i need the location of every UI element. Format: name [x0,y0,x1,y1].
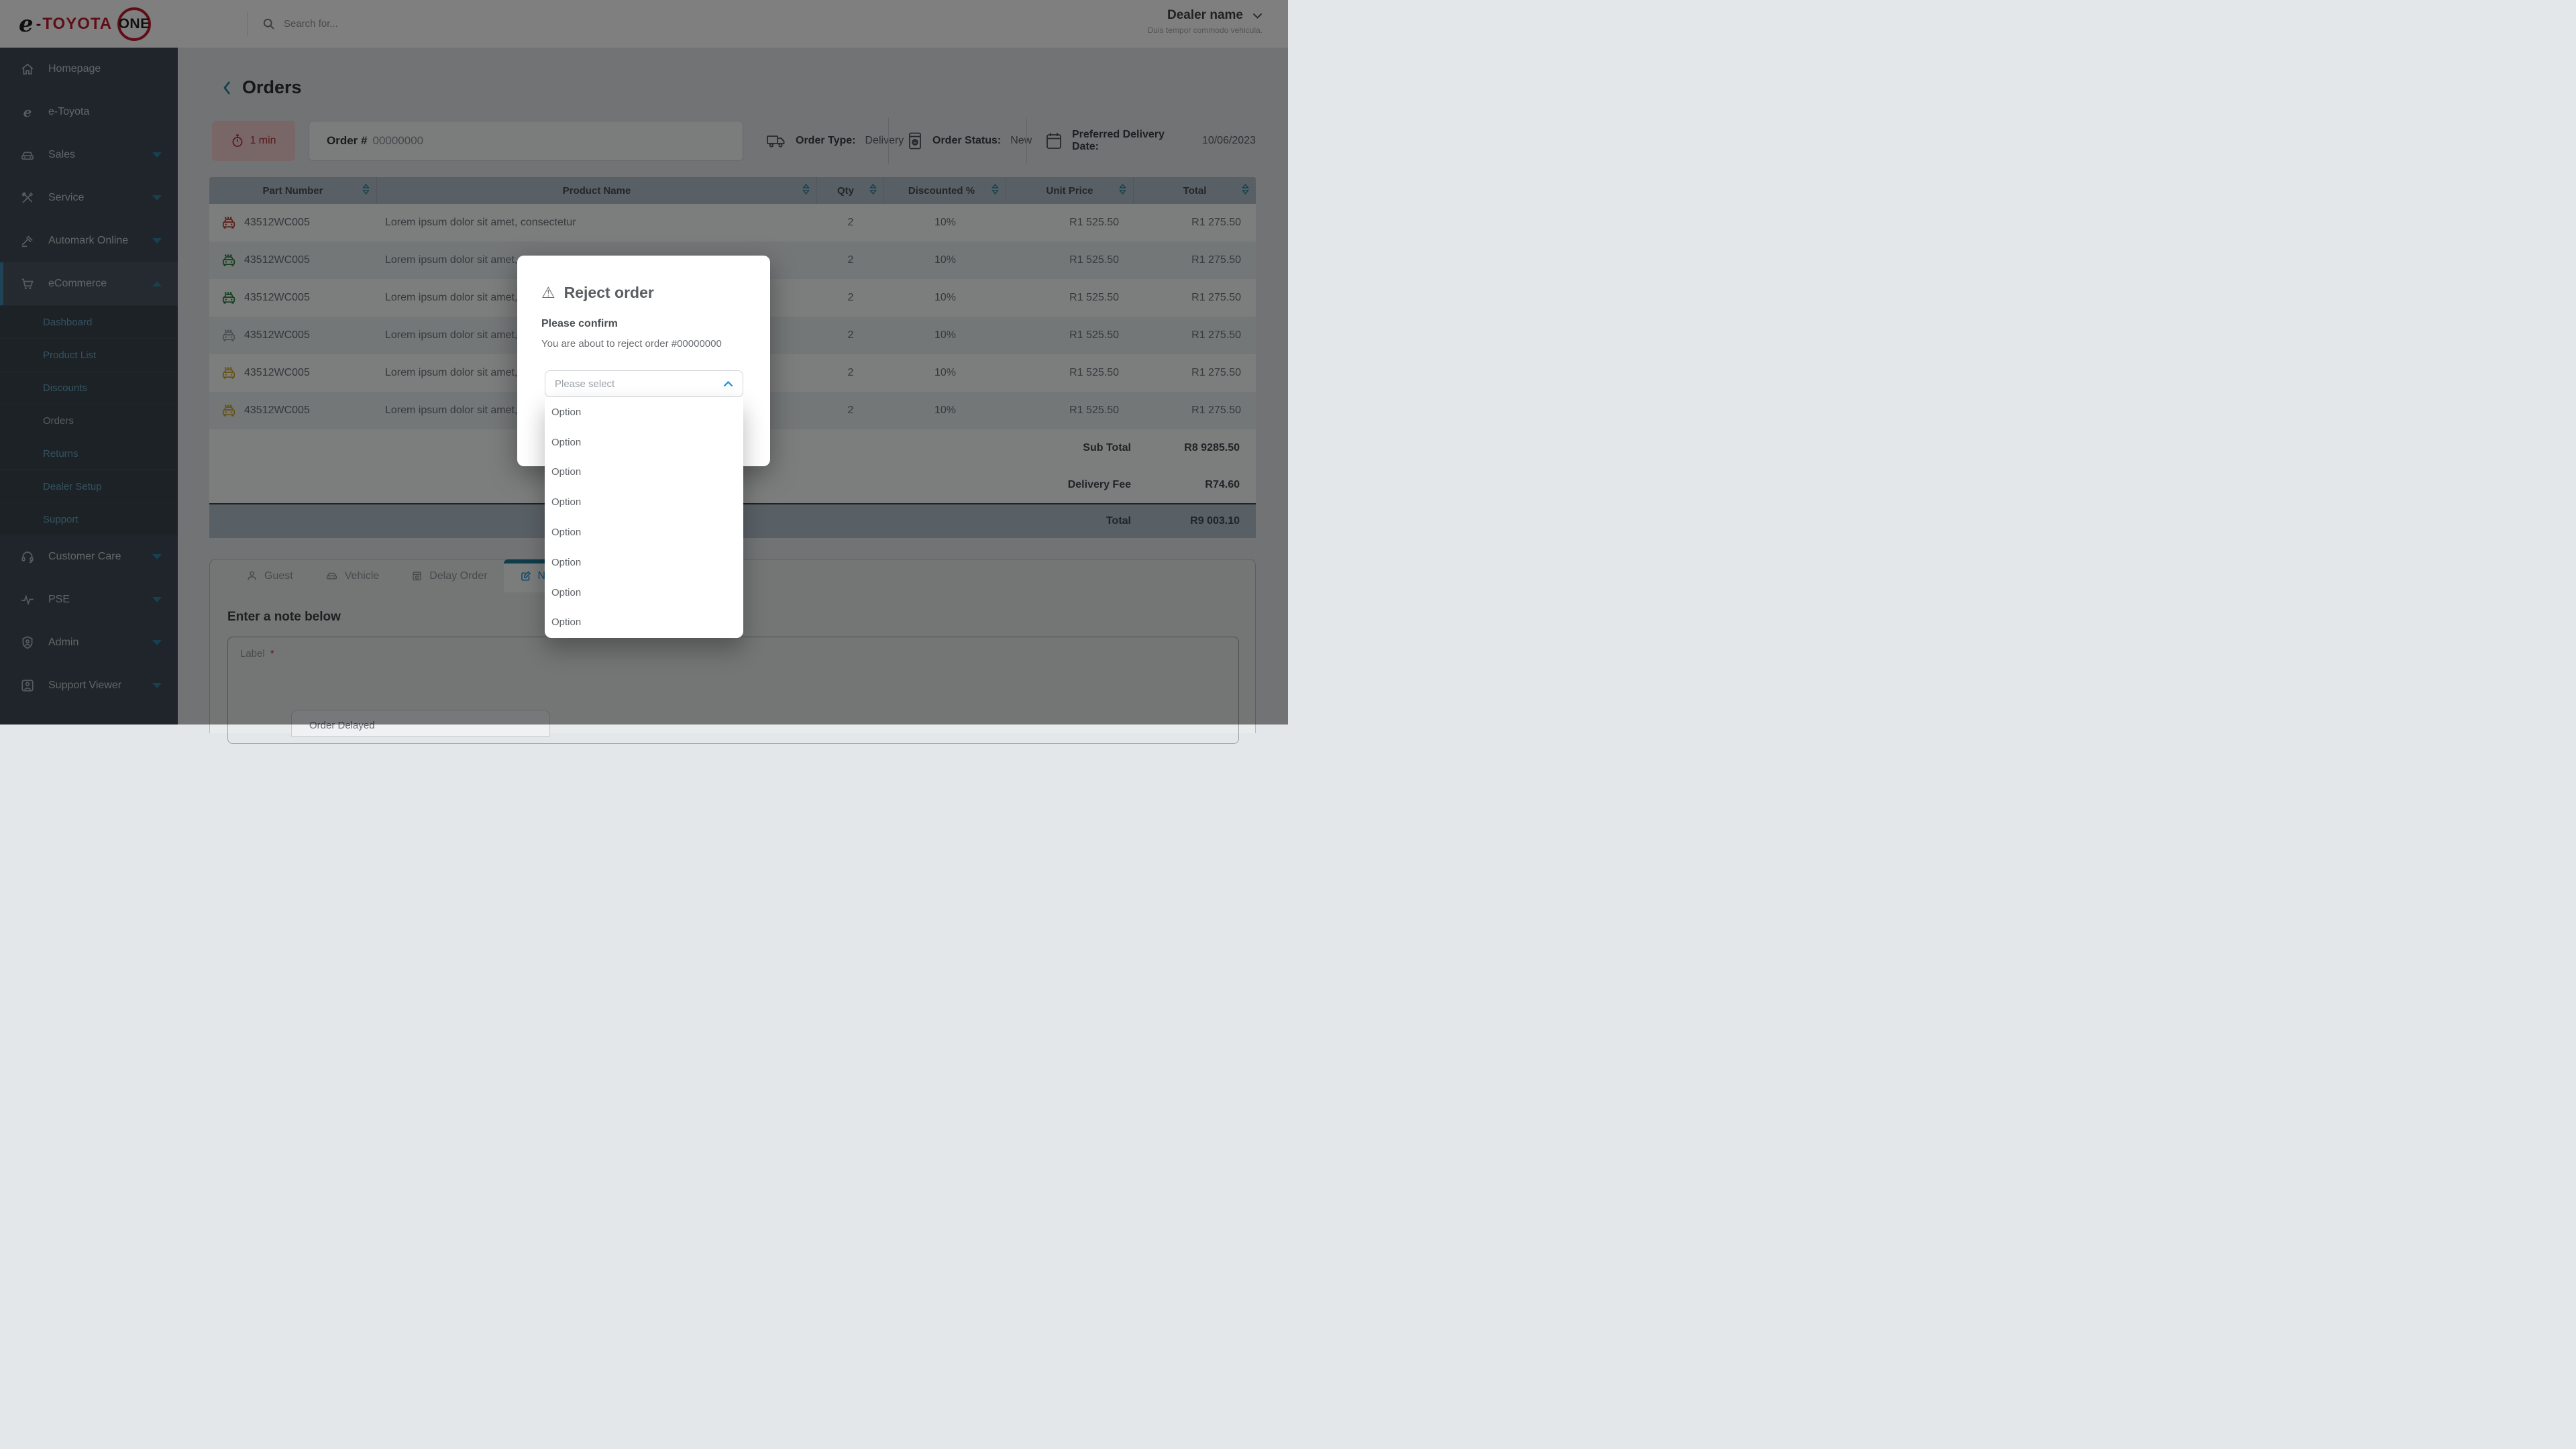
dropdown-option[interactable]: Option [545,458,743,488]
dropdown-option[interactable]: Option [545,608,743,638]
confirm-text: You are about to reject order #00000000 [541,338,770,350]
reject-reason-dropdown: Option Option Option Option Option Optio… [545,397,743,638]
dropdown-option[interactable]: Option [545,397,743,427]
dropdown-option[interactable]: Option [545,487,743,517]
dropdown-option[interactable]: Option [545,427,743,458]
dropdown-option[interactable]: Option [545,517,743,547]
chevron-up-icon [723,381,733,387]
dropdown-option[interactable]: Option [545,547,743,578]
reject-reason-select[interactable]: Please select [545,370,743,397]
warning-icon: ⚠ [541,285,555,301]
modal-title-row: ⚠ Reject order [541,284,770,302]
confirm-heading: Please confirm [541,318,770,330]
dropdown-option[interactable]: Option [545,578,743,608]
modal-title: Reject order [564,284,654,302]
select-placeholder: Please select [555,378,723,390]
